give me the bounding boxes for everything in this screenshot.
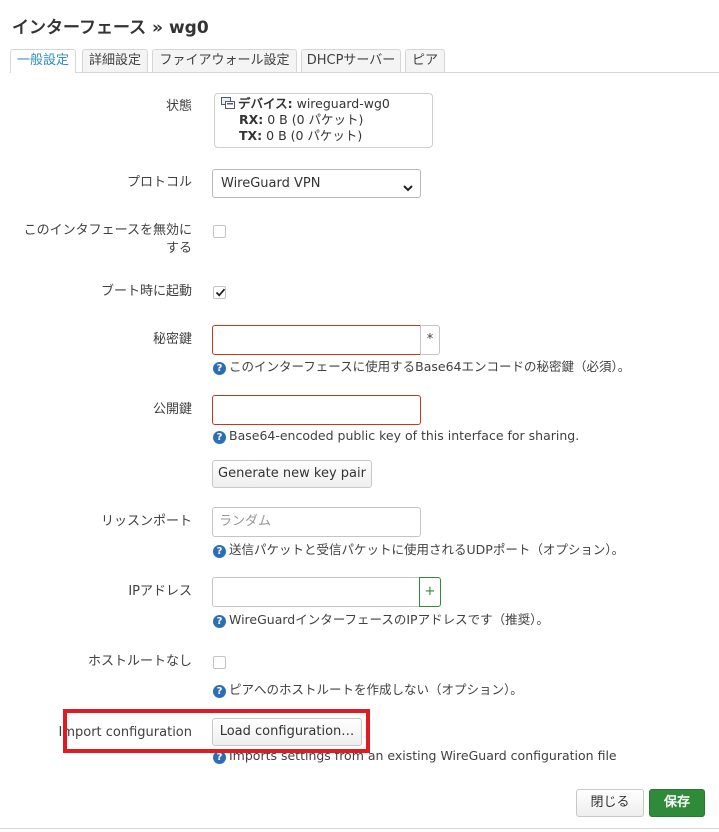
protocol-select[interactable]: WireGuard VPN bbox=[212, 169, 421, 198]
rx-key: RX: bbox=[239, 112, 264, 127]
device-key: デバイス: bbox=[238, 96, 293, 111]
add-address-button[interactable]: + bbox=[419, 577, 441, 607]
ip-address-label: IPアドレス bbox=[128, 584, 192, 599]
protocol-label: プロトコル bbox=[126, 175, 192, 190]
private-key-help: ? このインターフェースに使用するBase64エンコードの秘密鍵（必須）。 bbox=[213, 359, 630, 375]
public-key-help: ? Base64-encoded public key of this inter… bbox=[213, 428, 579, 444]
network-device-icon bbox=[221, 97, 235, 109]
save-button[interactable]: 保存 bbox=[649, 789, 705, 817]
protocol-value: WireGuard VPN bbox=[221, 176, 321, 191]
no-host-route-help-text: ピアへのホストルートを作成しない（オプション）。 bbox=[229, 682, 523, 697]
help-icon: ? bbox=[213, 362, 226, 375]
public-key-label: 公開鍵 bbox=[152, 402, 192, 417]
tab-general[interactable]: 一般設定 bbox=[10, 49, 76, 73]
close-button[interactable]: 閉じる bbox=[576, 789, 644, 817]
public-key-input[interactable] bbox=[212, 395, 421, 425]
no-host-route-checkbox[interactable] bbox=[213, 656, 226, 669]
ip-address-help-text: WireGuardインターフェースのIPアドレスです（推奨）。 bbox=[229, 612, 549, 627]
chevron-down-icon bbox=[402, 177, 414, 192]
tab-peers[interactable]: ピア bbox=[405, 49, 445, 72]
private-key-input[interactable] bbox=[212, 325, 421, 355]
reveal-password-button[interactable]: * bbox=[420, 325, 440, 355]
private-key-label: 秘密鍵 bbox=[152, 332, 192, 347]
status-box: デバイス: wireguard-wg0 RX: 0 B (0 パケット) TX:… bbox=[214, 93, 433, 148]
status-label: 状態 bbox=[165, 99, 192, 114]
disable-label: このインタフェースを無効に する bbox=[24, 222, 192, 258]
tab-divider bbox=[10, 72, 719, 73]
generate-key-pair-button[interactable]: Generate new key pair bbox=[212, 460, 372, 488]
private-key-help-text: このインターフェースに使用するBase64エンコードの秘密鍵（必須）。 bbox=[229, 359, 631, 374]
no-host-route-label: ホストルートなし bbox=[87, 654, 192, 669]
page-title: インターフェース » wg0 bbox=[12, 18, 209, 38]
help-icon: ? bbox=[213, 685, 226, 698]
tx-value: 0 B (0 パケット) bbox=[266, 128, 363, 143]
boot-checkbox[interactable] bbox=[213, 286, 226, 299]
public-key-help-text: Base64-encoded public key of this interf… bbox=[229, 428, 580, 443]
tx-key: TX: bbox=[239, 128, 263, 143]
tab-dhcp[interactable]: DHCPサーバー bbox=[301, 49, 401, 72]
listen-port-input[interactable]: ランダム bbox=[212, 507, 421, 537]
boot-label: ブート時に起動 bbox=[100, 284, 192, 299]
help-icon: ? bbox=[213, 545, 226, 558]
tab-advanced[interactable]: 詳細設定 bbox=[82, 49, 148, 72]
listen-port-help: ? 送信パケットと受信パケットに使用されるUDPポート（オプション）。 bbox=[213, 542, 624, 558]
listen-port-label: リッスンポート bbox=[100, 514, 192, 529]
ip-address-help: ? WireGuardインターフェースのIPアドレスです（推奨）。 bbox=[213, 612, 549, 628]
footer-divider bbox=[0, 828, 719, 829]
help-icon: ? bbox=[213, 615, 226, 628]
disable-label-line2: する bbox=[165, 241, 192, 256]
disable-checkbox[interactable] bbox=[213, 225, 226, 238]
disable-label-line1: このインタフェースを無効に bbox=[23, 223, 192, 238]
annotation-highlight-box bbox=[63, 709, 370, 753]
help-icon: ? bbox=[213, 431, 226, 444]
rx-value: 0 B (0 パケット) bbox=[267, 112, 364, 127]
ip-address-input[interactable] bbox=[212, 577, 420, 607]
tab-bar: 一般設定 詳細設定 ファイアウォール設定 DHCPサーバー ピア bbox=[10, 49, 719, 73]
tab-firewall[interactable]: ファイアウォール設定 bbox=[152, 49, 297, 72]
device-value: wireguard-wg0 bbox=[296, 96, 390, 111]
checkmark-icon bbox=[214, 286, 227, 299]
no-host-route-help: ? ピアへのホストルートを作成しない（オプション）。 bbox=[213, 682, 523, 698]
listen-port-help-text: 送信パケットと受信パケットに使用されるUDPポート（オプション）。 bbox=[229, 542, 625, 557]
